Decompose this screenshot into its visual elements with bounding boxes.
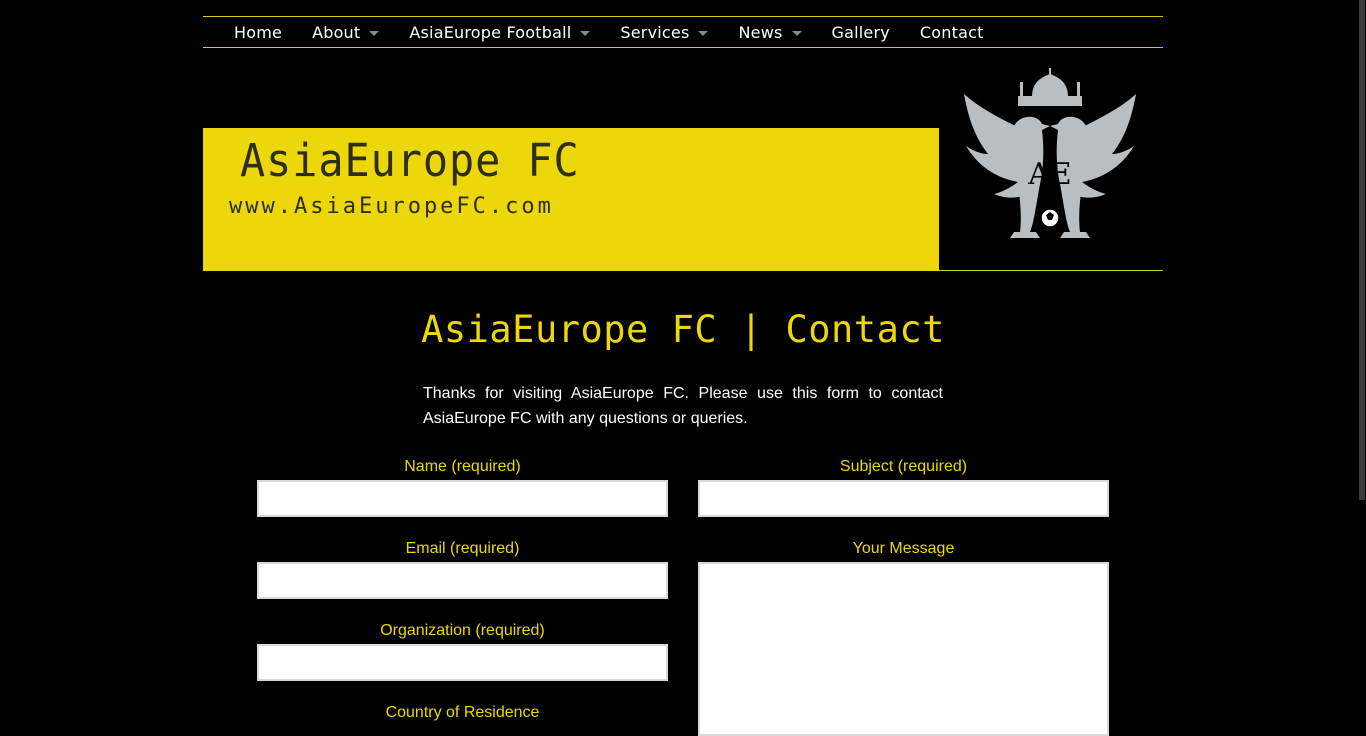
nav-item-contact[interactable]: Contact xyxy=(905,17,999,47)
message-textarea[interactable] xyxy=(698,562,1109,736)
site-url: www.AsiaEuropeFC.com xyxy=(229,194,554,219)
nav-item-services[interactable]: Services xyxy=(605,17,723,47)
nav-item-about[interactable]: About xyxy=(297,17,394,47)
nav-label: Contact xyxy=(919,22,984,42)
caret-down-icon xyxy=(580,30,591,36)
nav-label: AsiaEurope Football xyxy=(409,22,572,42)
nav-label: About xyxy=(312,22,361,42)
email-field[interactable] xyxy=(257,562,668,599)
caret-down-icon xyxy=(791,30,802,36)
club-crest-logo[interactable]: AE xyxy=(958,66,1142,244)
crest-letters: AE xyxy=(1027,157,1072,192)
caret-down-icon xyxy=(369,30,380,36)
caret-down-icon xyxy=(698,30,709,36)
subject-field[interactable] xyxy=(698,480,1109,517)
country-label: Country of Residence xyxy=(385,704,540,721)
intro-text: Thanks for visiting AsiaEurope FC. Pleas… xyxy=(423,385,943,427)
header-banner: AsiaEurope FC www.AsiaEuropeFC.com xyxy=(203,128,939,271)
name-label: Name (required) xyxy=(404,458,521,475)
nav-label: Home xyxy=(234,22,283,42)
name-field[interactable] xyxy=(257,480,668,517)
site-title[interactable]: AsiaEurope FC xyxy=(240,134,580,187)
nav-item-home[interactable]: Home xyxy=(203,17,297,47)
scrollbar-track[interactable] xyxy=(1358,0,1366,726)
nav-label: Gallery xyxy=(831,22,890,42)
nav-label: Services xyxy=(620,22,690,42)
nav-item-asiaeurope-football[interactable]: AsiaEurope Football xyxy=(394,17,605,47)
subject-label: Subject (required) xyxy=(839,458,968,475)
nav-label: News xyxy=(738,22,783,42)
nav-item-gallery[interactable]: Gallery xyxy=(817,17,905,47)
message-label: Your Message xyxy=(852,540,955,557)
nav-item-news[interactable]: News xyxy=(723,17,816,47)
page-title: AsiaEurope FC | Contact xyxy=(421,308,945,351)
main-nav: Home About AsiaEurope Football Services … xyxy=(203,16,1163,48)
header-divider xyxy=(939,270,1163,271)
organization-label: Organization (required) xyxy=(380,622,545,639)
scrollbar-thumb[interactable] xyxy=(1359,0,1365,500)
email-label: Email (required) xyxy=(405,540,520,557)
organization-field[interactable] xyxy=(257,644,668,681)
